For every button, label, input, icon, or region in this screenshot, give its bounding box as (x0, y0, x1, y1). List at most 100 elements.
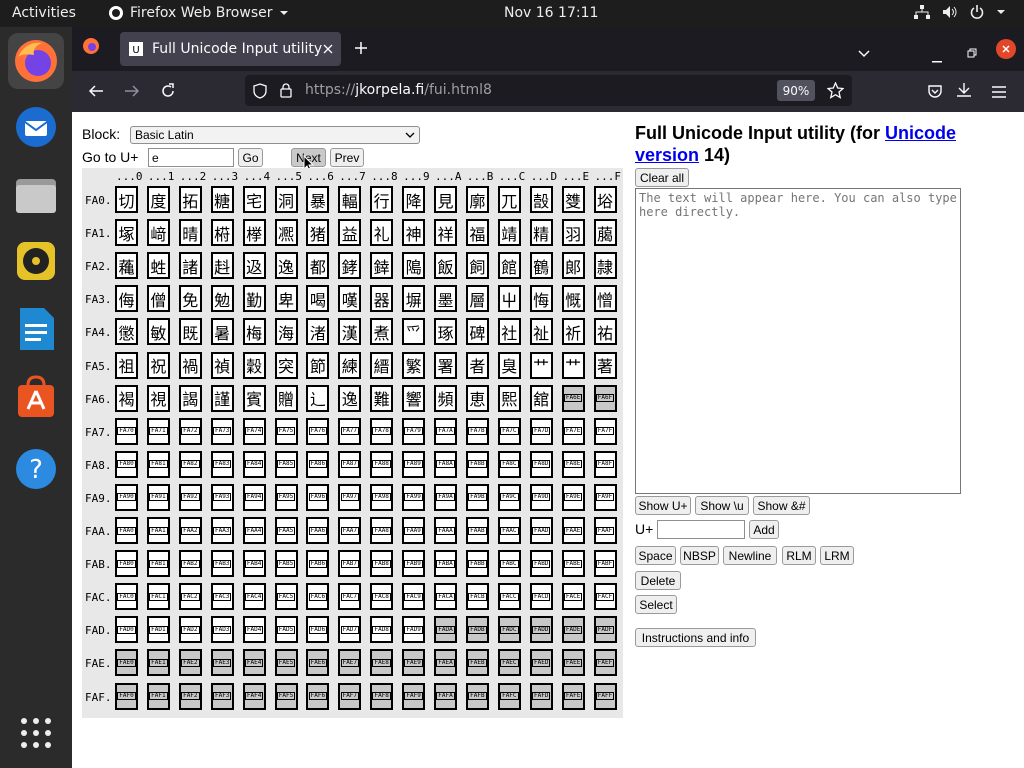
char-cell[interactable]: FAAB (465, 517, 489, 544)
char-cell[interactable]: FACE (561, 583, 585, 611)
char-cell[interactable]: 嘆 (338, 285, 362, 313)
char-cell[interactable]: FAC7 (338, 583, 362, 611)
char-cell[interactable]: 臭 (497, 351, 521, 379)
char-cell[interactable]: FAD3 (210, 616, 234, 644)
char-cell[interactable]: FA80 (115, 450, 138, 478)
char-cell[interactable]: 渚 (306, 318, 330, 346)
char-cell[interactable]: 艹 (561, 351, 585, 379)
char-cell[interactable]: FAA2 (178, 517, 202, 544)
dock-thunderbird[interactable] (8, 99, 64, 155)
char-cell[interactable]: FAF9 (402, 682, 426, 710)
char-cell[interactable]: 逸 (274, 252, 298, 280)
char-cell[interactable]: FA87 (338, 450, 362, 478)
char-cell[interactable]: FA7E (561, 417, 585, 445)
char-cell[interactable]: FADF (593, 616, 617, 644)
char-cell[interactable]: FA9A (434, 483, 457, 511)
downloads-button[interactable] (956, 82, 972, 102)
delete-button[interactable]: Delete (635, 571, 681, 590)
url-bar[interactable]: https://jkorpela.fi/fui.html8 90% (245, 75, 852, 106)
char-cell[interactable]: FAFC (497, 682, 521, 710)
shield-icon[interactable] (253, 83, 267, 99)
char-cell[interactable]: 辶 (306, 384, 330, 412)
char-cell[interactable]: 輻 (338, 186, 362, 213)
char-cell[interactable]: FAC3 (210, 583, 234, 611)
tab-active[interactable]: U Full Unicode Input utility (120, 32, 341, 66)
char-cell[interactable]: 謹 (210, 384, 234, 412)
char-cell[interactable]: 飼 (465, 252, 489, 280)
char-cell[interactable]: 﨣 (210, 252, 234, 280)
char-cell[interactable]: FAC2 (178, 583, 202, 611)
char-cell[interactable]: FAAE (561, 517, 585, 544)
char-cell[interactable]: FA8E (561, 450, 585, 478)
char-cell[interactable]: 逸 (338, 384, 362, 412)
char-cell[interactable]: FA7B (465, 417, 489, 445)
char-cell[interactable]: FA93 (210, 483, 234, 511)
char-cell[interactable]: FAE2 (178, 649, 202, 677)
char-cell[interactable]: 﨩 (402, 252, 426, 280)
char-cell[interactable]: 練 (338, 351, 362, 379)
char-cell[interactable]: FAB7 (338, 550, 362, 578)
char-cell[interactable]: 喝 (306, 285, 330, 313)
char-cell[interactable]: 縉 (370, 351, 394, 379)
char-cell[interactable]: FA9B (465, 483, 489, 511)
char-cell[interactable]: FAB2 (178, 550, 202, 578)
char-cell[interactable]: FAA5 (274, 517, 298, 544)
char-cell[interactable]: 﨓 (210, 219, 234, 247)
char-cell[interactable]: FA98 (370, 483, 394, 511)
char-cell[interactable]: 褐 (115, 384, 138, 412)
char-cell[interactable]: 視 (146, 384, 170, 412)
char-cell[interactable]: 凞 (274, 219, 298, 247)
char-cell[interactable]: FA8C (497, 450, 521, 478)
rlm-button[interactable]: RLM (782, 546, 816, 565)
dock-show-apps[interactable] (8, 705, 64, 761)
char-cell[interactable]: FA91 (146, 483, 170, 511)
char-cell[interactable]: 﨏 (593, 186, 617, 213)
char-cell[interactable]: FA74 (242, 417, 266, 445)
char-cell[interactable]: FAB4 (242, 550, 266, 578)
char-cell[interactable]: FAD8 (370, 616, 394, 644)
char-cell[interactable]: FAE3 (210, 649, 234, 677)
char-cell[interactable]: FA97 (338, 483, 362, 511)
char-cell[interactable]: FAAD (529, 517, 553, 544)
char-cell[interactable]: FA94 (242, 483, 266, 511)
char-cell[interactable]: 隷 (593, 252, 617, 280)
newline-button[interactable]: Newline (723, 546, 777, 565)
select-button[interactable]: Select (635, 595, 677, 614)
char-cell[interactable]: FABC (497, 550, 521, 578)
char-cell[interactable]: FA96 (306, 483, 330, 511)
char-cell[interactable]: 禍 (178, 351, 202, 379)
char-cell[interactable]: FABA (434, 550, 457, 578)
char-cell[interactable]: FADC (497, 616, 521, 644)
char-cell[interactable]: FA83 (210, 450, 234, 478)
char-cell[interactable]: 郞 (561, 252, 585, 280)
char-cell[interactable]: FAD5 (274, 616, 298, 644)
char-cell[interactable]: FA8A (434, 450, 457, 478)
char-cell[interactable]: 繁 (402, 351, 426, 379)
zoom-indicator[interactable]: 90% (777, 80, 815, 101)
char-cell[interactable]: FAC9 (402, 583, 426, 611)
char-cell[interactable]: 懲 (115, 318, 138, 346)
char-cell[interactable]: FA99 (402, 483, 426, 511)
char-cell[interactable]: FAC4 (242, 583, 266, 611)
char-cell[interactable]: FAA8 (370, 517, 394, 544)
back-button[interactable] (88, 83, 104, 103)
char-cell[interactable]: 𤋮 (497, 384, 521, 412)
char-cell[interactable]: FAD0 (115, 616, 138, 644)
char-cell[interactable]: 層 (465, 285, 489, 313)
char-cell[interactable]: FA9D (529, 483, 553, 511)
char-cell[interactable]: FAF2 (178, 682, 202, 710)
char-cell[interactable]: FADA (434, 616, 457, 644)
uplus-input[interactable] (657, 520, 745, 539)
char-cell[interactable]: FAF4 (242, 682, 266, 710)
char-cell[interactable]: FA73 (210, 417, 234, 445)
show-uplus-button[interactable]: Show U+ (635, 496, 691, 515)
char-cell[interactable]: FAB6 (306, 550, 330, 578)
char-cell[interactable]: FAA3 (210, 517, 234, 544)
system-tray[interactable] (914, 5, 1006, 19)
char-cell[interactable]: FAD4 (242, 616, 266, 644)
block-select[interactable]: Basic Latin (130, 126, 420, 144)
char-cell[interactable]: FAFE (561, 682, 585, 710)
dock-files[interactable] (8, 167, 64, 223)
char-cell[interactable]: 署 (434, 351, 457, 379)
close-window-button[interactable] (996, 39, 1016, 59)
